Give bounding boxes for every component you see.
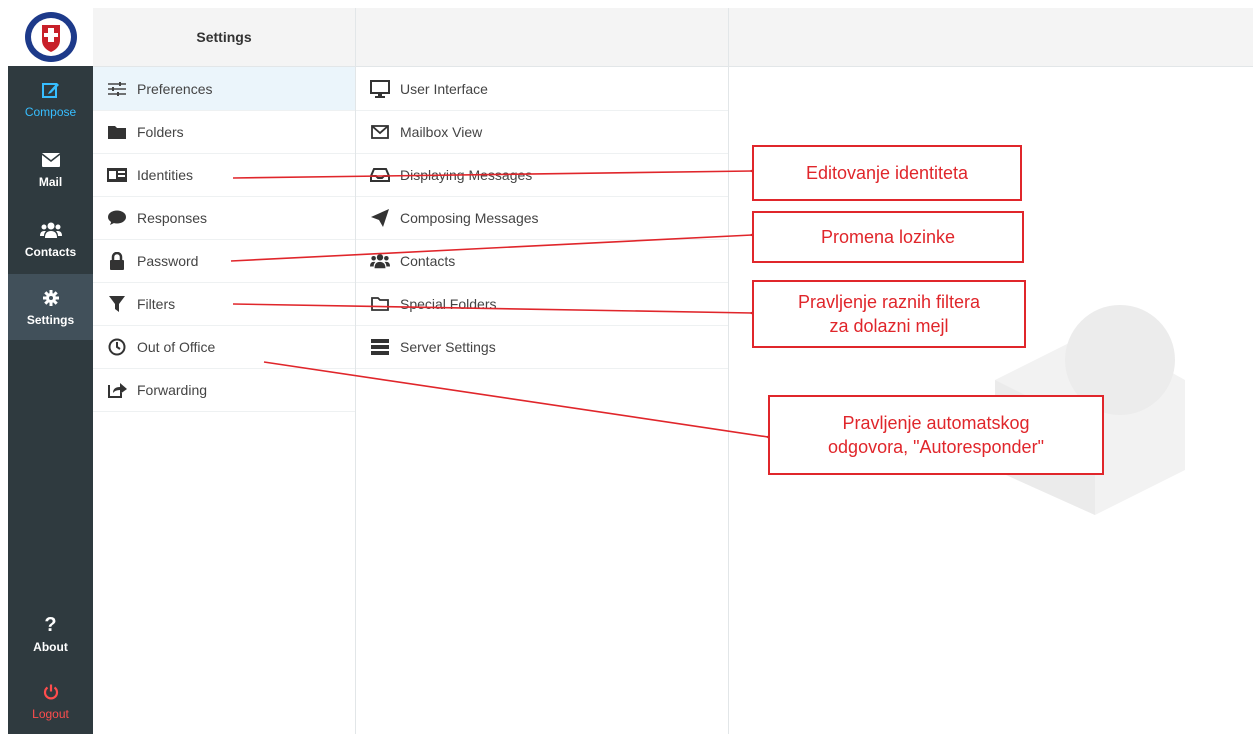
- envelope-icon: [40, 149, 62, 171]
- header-spacer: [356, 8, 729, 66]
- clock-icon: [107, 337, 127, 357]
- nav-contacts-label: Contacts: [24, 245, 77, 259]
- pref-item-contacts[interactable]: Contacts: [356, 239, 728, 283]
- settings-item-password[interactable]: Password: [93, 239, 355, 283]
- settings-item-label: Preferences: [137, 80, 213, 97]
- settings-item-label: Forwarding: [137, 381, 208, 398]
- pref-item-user-interface[interactable]: User Interface: [356, 67, 728, 111]
- pref-item-label: Contacts: [400, 252, 456, 269]
- settings-item-folders[interactable]: Folders: [93, 110, 355, 154]
- folder-open-icon: [370, 294, 390, 314]
- pref-item-label: Special Folders: [400, 295, 497, 312]
- settings-item-label: Folders: [137, 123, 184, 140]
- main-navigation: Compose Mail Contacts Settings ? About L…: [8, 8, 93, 734]
- settings-item-responses[interactable]: Responses: [93, 196, 355, 240]
- pref-item-mailbox-view[interactable]: Mailbox View: [356, 110, 728, 154]
- content-header: Settings: [93, 8, 1253, 67]
- nav-about[interactable]: ? About: [8, 603, 93, 665]
- nav-contacts[interactable]: Contacts: [8, 208, 93, 270]
- pref-item-composing-messages[interactable]: Composing Messages: [356, 196, 728, 240]
- settings-item-preferences[interactable]: Preferences: [93, 67, 355, 111]
- comment-icon: [107, 208, 127, 228]
- nav-mail-label: Mail: [38, 175, 63, 189]
- app-logo[interactable]: [8, 8, 93, 66]
- nav-about-label: About: [33, 640, 68, 654]
- logo-emblem-icon: [24, 12, 77, 62]
- settings-item-label: Responses: [137, 209, 208, 226]
- users-icon: [39, 219, 62, 241]
- users-icon: [370, 251, 390, 271]
- nav-compose-label: Compose: [24, 105, 77, 119]
- nav-settings-label: Settings: [26, 313, 75, 327]
- callout-identities: Editovanje identiteta: [752, 145, 1022, 201]
- nav-logout-label: Logout: [32, 707, 69, 721]
- pref-item-label: Mailbox View: [400, 123, 483, 140]
- page-title: Settings: [93, 8, 356, 66]
- server-icon: [370, 337, 390, 357]
- folder-icon: [107, 122, 127, 142]
- sliders-icon: [107, 79, 127, 99]
- gear-icon: [40, 287, 62, 309]
- inbox-icon: [370, 165, 390, 185]
- pref-item-label: Displaying Messages: [400, 166, 533, 183]
- pref-item-label: Composing Messages: [400, 209, 539, 226]
- settings-list: Preferences Folders Identities Responses…: [93, 67, 356, 734]
- nav-logout[interactable]: Logout: [8, 670, 93, 732]
- callout-password: Promena lozinke: [752, 211, 1024, 263]
- pref-item-label: Server Settings: [400, 338, 496, 355]
- share-icon: [107, 380, 127, 400]
- question-icon: ?: [44, 613, 57, 636]
- nav-compose[interactable]: Compose: [8, 68, 93, 130]
- paper-plane-icon: [370, 208, 390, 228]
- pref-item-server-settings[interactable]: Server Settings: [356, 325, 728, 369]
- settings-item-identities[interactable]: Identities: [93, 153, 355, 197]
- callout-out-of-office: Pravljenje automatskog odgovora, "Autore…: [768, 395, 1104, 475]
- settings-item-label: Identities: [137, 166, 194, 183]
- settings-item-label: Password: [137, 252, 199, 269]
- compose-icon: [40, 79, 62, 101]
- settings-item-label: Out of Office: [137, 338, 216, 355]
- id-card-icon: [107, 165, 127, 185]
- envelope-icon: [370, 122, 390, 142]
- settings-item-filters[interactable]: Filters: [93, 282, 355, 326]
- monitor-icon: [370, 79, 390, 99]
- power-icon: [40, 681, 62, 703]
- nav-settings[interactable]: Settings: [8, 274, 93, 340]
- pref-item-label: User Interface: [400, 80, 488, 97]
- pref-item-displaying-messages[interactable]: Displaying Messages: [356, 153, 728, 197]
- lock-icon: [107, 251, 127, 271]
- callout-filters: Pravljenje raznih filtera za dolazni mej…: [752, 280, 1026, 348]
- pref-item-special-folders[interactable]: Special Folders: [356, 282, 728, 326]
- preferences-list: User Interface Mailbox View Displaying M…: [356, 67, 729, 734]
- nav-mail[interactable]: Mail: [8, 138, 93, 200]
- settings-item-forwarding[interactable]: Forwarding: [93, 368, 355, 412]
- filter-icon: [107, 294, 127, 314]
- settings-item-out-of-office[interactable]: Out of Office: [93, 325, 355, 369]
- settings-item-label: Filters: [137, 295, 176, 312]
